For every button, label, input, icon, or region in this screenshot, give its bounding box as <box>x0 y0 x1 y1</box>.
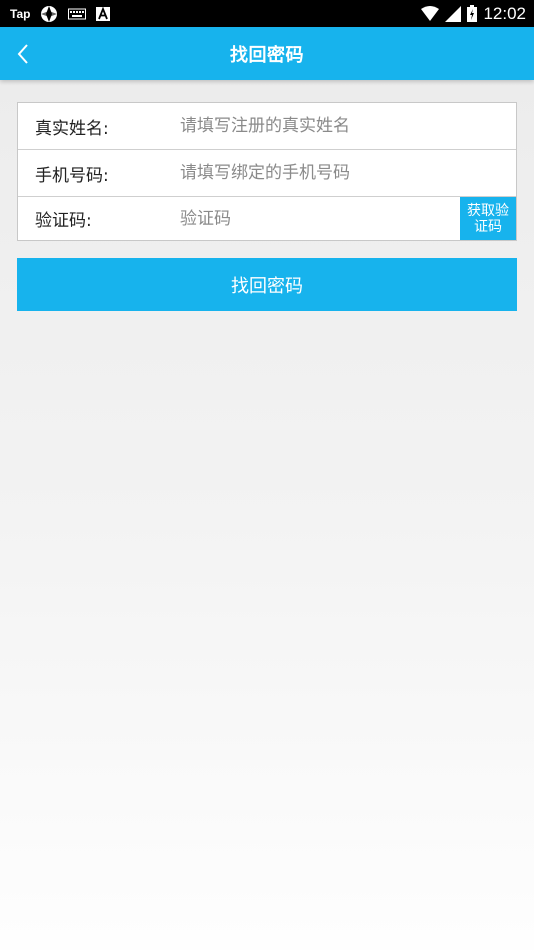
name-row: 真实姓名: <box>18 103 516 150</box>
status-bar: Tap 12:02 <box>0 0 534 27</box>
tap-app-label: Tap <box>10 6 31 21</box>
code-label: 验证码: <box>35 211 92 231</box>
real-name-input[interactable] <box>180 111 500 141</box>
name-label: 真实姓名: <box>35 118 109 139</box>
phone-row: 手机号码: <box>18 150 516 197</box>
status-bar-left: Tap <box>10 5 111 23</box>
phone-label: 手机号码: <box>35 165 109 186</box>
chevron-left-icon <box>17 43 28 64</box>
aperture-icon <box>40 5 58 23</box>
code-row: 验证码: 获取验证码 <box>18 197 516 240</box>
back-button[interactable] <box>6 27 40 80</box>
battery-icon <box>467 5 478 22</box>
recover-password-button[interactable]: 找回密码 <box>17 258 517 311</box>
clock: 12:02 <box>483 3 526 23</box>
signal-icon <box>445 5 462 22</box>
phone-input[interactable] <box>180 158 500 188</box>
app-header: 找回密码 <box>0 27 534 80</box>
keyboard-icon <box>68 8 87 20</box>
verification-code-input[interactable] <box>180 203 450 234</box>
status-bar-right: 12:02 <box>421 4 526 24</box>
get-code-button[interactable]: 获取验证码 <box>460 197 516 240</box>
a-box-icon <box>96 6 111 21</box>
recover-password-form: 真实姓名: 手机号码: 验证码: 获取验证码 <box>17 102 517 241</box>
page-title: 找回密码 <box>230 44 304 66</box>
wifi-icon <box>421 5 440 22</box>
